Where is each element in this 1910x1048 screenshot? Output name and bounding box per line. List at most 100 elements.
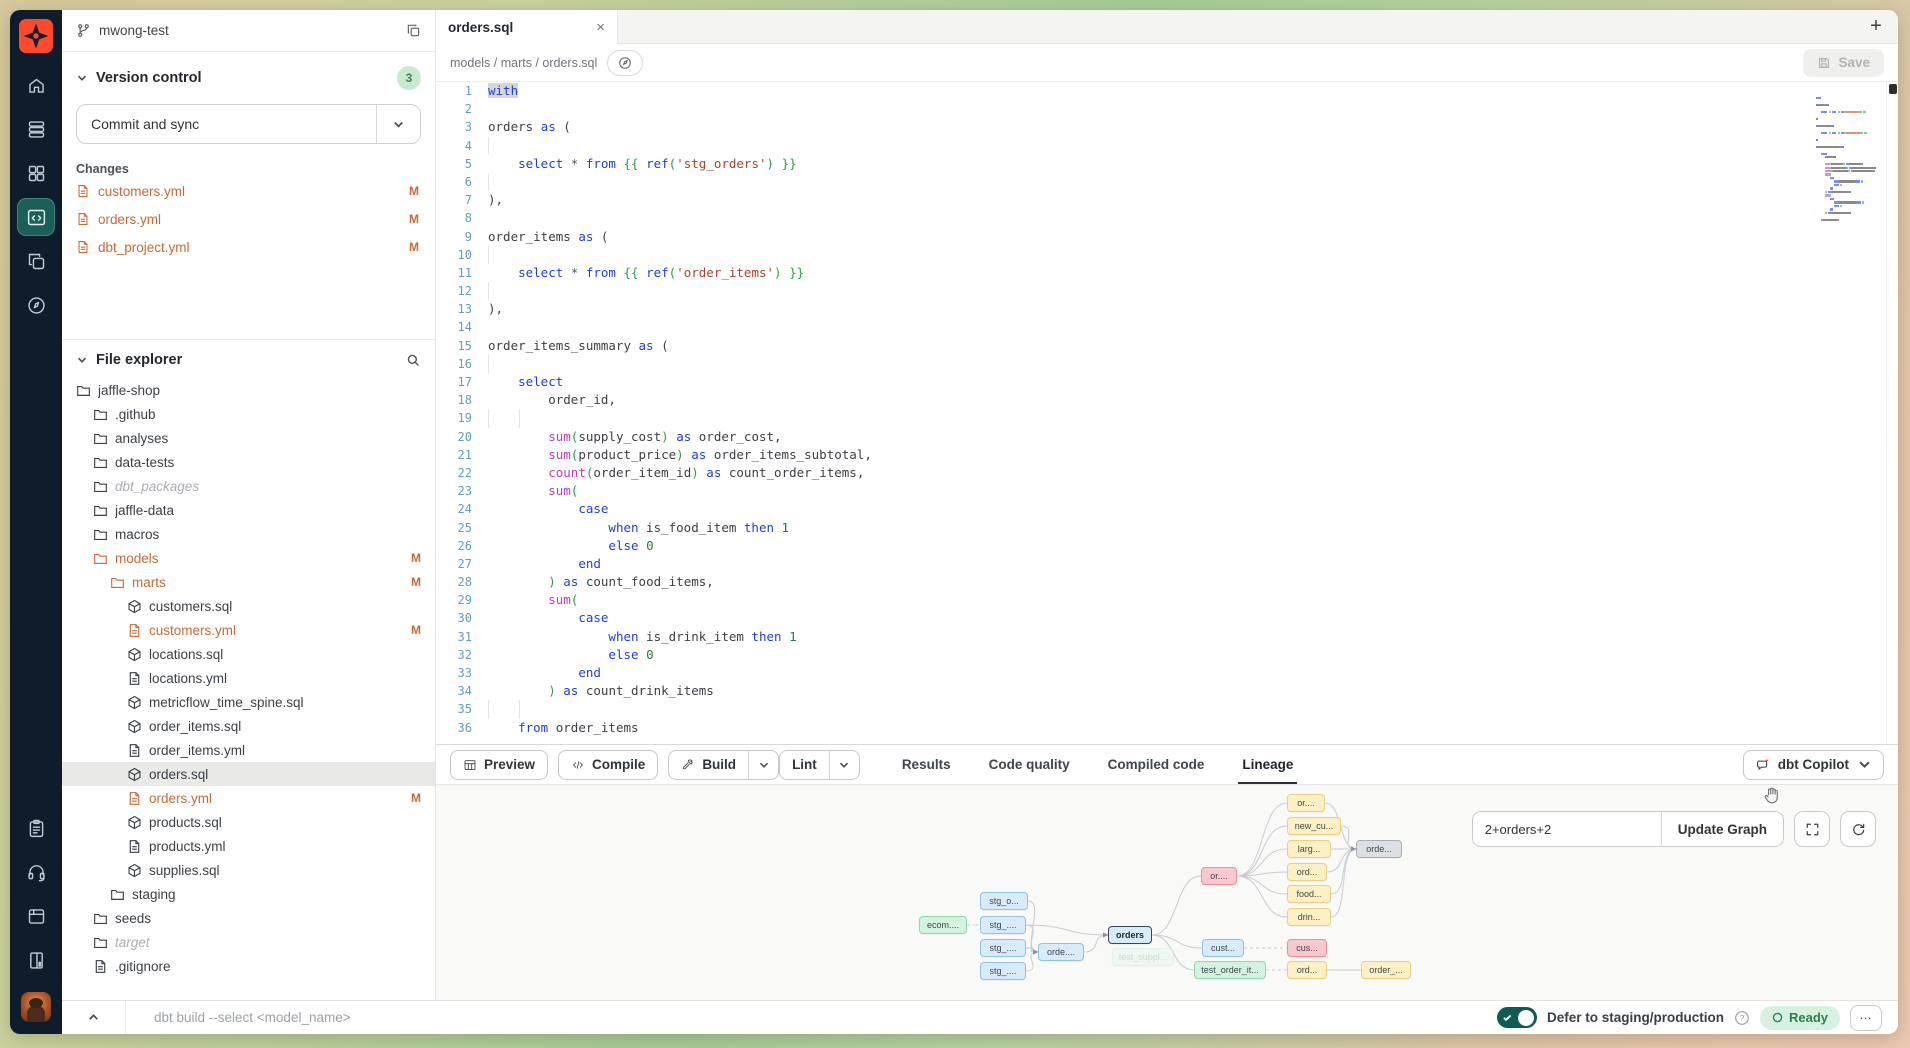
code-line[interactable]: 23 sum( — [436, 482, 1814, 500]
commit-options-chevron[interactable] — [376, 105, 420, 143]
lineage-node-tsup[interactable]: test_suppl... — [1112, 948, 1174, 966]
more-options-button[interactable]: … — [1850, 1005, 1882, 1031]
support-headset-icon[interactable] — [14, 850, 58, 894]
file-lineage-compass-icon[interactable] — [607, 50, 643, 76]
tab-lineage[interactable]: Lineage — [1242, 745, 1293, 785]
code-line[interactable]: 26 else 0 — [436, 537, 1814, 555]
code-line[interactable]: 20 sum(supply_cost) as order_cost, — [436, 428, 1814, 446]
lineage-selector-input[interactable] — [1473, 812, 1661, 846]
code-line[interactable]: 34 ) as count_drink_items — [436, 682, 1814, 700]
file-tree-item[interactable]: products.sql — [62, 810, 435, 834]
file-tree-item[interactable]: customers.ymlM — [62, 618, 435, 642]
file-tree-item[interactable]: dbt_packages — [62, 474, 435, 498]
build-button[interactable]: Build — [669, 751, 748, 779]
file-tree-item[interactable]: order_items.yml — [62, 738, 435, 762]
code-line[interactable]: 27 end — [436, 555, 1814, 573]
code-line[interactable]: 36 from order_items — [436, 719, 1814, 737]
lineage-node-yfood[interactable]: food... — [1287, 885, 1331, 903]
lineage-node-gorde[interactable]: orde... — [1356, 840, 1402, 858]
build-options-chevron[interactable] — [748, 751, 778, 779]
code-line[interactable]: 16 — [436, 355, 1814, 373]
branch-name[interactable]: mwong-test — [99, 23, 406, 38]
file-tree-item[interactable]: orders.sql — [62, 762, 435, 786]
file-tree-item[interactable]: metricflow_time_spine.sql — [62, 690, 435, 714]
lineage-node-ynew[interactable]: new_cu... — [1287, 817, 1341, 835]
lineage-node-orders[interactable]: orders — [1108, 926, 1152, 944]
editor-scrollbar[interactable] — [1886, 82, 1898, 744]
file-tree-item[interactable]: locations.sql — [62, 642, 435, 666]
code-line[interactable]: 28 ) as count_food_items, — [436, 573, 1814, 591]
lineage-node-yord[interactable]: ord... — [1287, 863, 1327, 881]
develop-code-icon[interactable] — [17, 198, 55, 236]
code-line[interactable]: 15order_items_summary as ( — [436, 337, 1814, 355]
orchestrate-copy-icon[interactable] — [14, 239, 58, 283]
file-tree-item[interactable]: macros — [62, 522, 435, 546]
collapse-panel-button[interactable] — [62, 1001, 126, 1034]
code-line[interactable]: 2 — [436, 100, 1814, 118]
tab-compiled-code[interactable]: Compiled code — [1108, 745, 1205, 785]
lineage-node-stg2[interactable]: stg_.... — [980, 916, 1026, 934]
lint-options-chevron[interactable] — [829, 751, 859, 779]
apps-grid-icon[interactable] — [14, 151, 58, 195]
code-line[interactable]: 29 sum( — [436, 591, 1814, 609]
fullscreen-button[interactable] — [1794, 811, 1830, 847]
file-tree-item[interactable]: jaffle-shop — [62, 378, 435, 402]
file-tree-item[interactable]: jaffle-data — [62, 498, 435, 522]
code-line[interactable]: 35 — [436, 700, 1814, 718]
environments-stack-icon[interactable] — [14, 107, 58, 151]
file-tree-item[interactable]: supplies.sql — [62, 858, 435, 882]
code-line[interactable]: 7), — [436, 191, 1814, 209]
preview-button[interactable]: Preview — [450, 750, 548, 780]
lineage-node-yor[interactable]: or.... — [1287, 794, 1325, 812]
file-tree-item[interactable]: analyses — [62, 426, 435, 450]
code-line[interactable]: 5 select * from {{ ref('stg_orders') }} — [436, 155, 1814, 173]
file-tree-item[interactable]: customers.sql — [62, 594, 435, 618]
update-graph-button[interactable]: Update Graph — [1661, 812, 1783, 846]
command-input[interactable]: dbt build --select <model_name> — [126, 1010, 1497, 1025]
tab-code-quality[interactable]: Code quality — [989, 745, 1070, 785]
scrollbar-thumb[interactable] — [1889, 84, 1897, 94]
lineage-node-ylarg[interactable]: larg... — [1287, 840, 1331, 858]
file-tree-item[interactable]: orders.ymlM — [62, 786, 435, 810]
defer-toggle[interactable] — [1497, 1007, 1537, 1028]
lineage-node-stg3[interactable]: stg_.... — [980, 939, 1026, 957]
lineage-node-yord2[interactable]: ord... — [1287, 961, 1327, 979]
lineage-node-toi[interactable]: test_order_it... — [1194, 961, 1266, 979]
code-line[interactable]: 6 — [436, 173, 1814, 191]
panel-icon[interactable] — [14, 938, 58, 982]
code-line[interactable]: 32 else 0 — [436, 646, 1814, 664]
refresh-button[interactable] — [1840, 811, 1876, 847]
file-tree-item[interactable]: order_items.sql — [62, 714, 435, 738]
changed-file-row[interactable]: orders.ymlM — [76, 206, 421, 232]
minimap[interactable] — [1814, 82, 1886, 744]
tab-orders-sql[interactable]: orders.sql × — [436, 10, 618, 44]
lineage-node-cust[interactable]: cust... — [1202, 939, 1244, 957]
code-line[interactable]: 33 end — [436, 664, 1814, 682]
tab-results[interactable]: Results — [902, 745, 951, 785]
code-editor[interactable]: 1with23orders as (45 select * from {{ re… — [436, 82, 1898, 744]
file-tree-item[interactable]: products.yml — [62, 834, 435, 858]
lineage-node-yordr[interactable]: order_... — [1361, 961, 1411, 979]
dbt-copilot-button[interactable]: dbt Copilot — [1743, 750, 1884, 780]
tab-close-icon[interactable]: × — [596, 19, 605, 36]
save-button[interactable]: Save — [1803, 49, 1884, 77]
code-line[interactable]: 22 count(order_item_id) as count_order_i… — [436, 464, 1814, 482]
lineage-node-orp[interactable]: or.... — [1201, 867, 1237, 885]
file-tree-item[interactable]: seeds — [62, 906, 435, 930]
code-line[interactable]: 1with — [436, 82, 1814, 100]
user-avatar[interactable] — [21, 992, 51, 1022]
code-line[interactable]: 10 — [436, 246, 1814, 264]
code-line[interactable]: 3orders as ( — [436, 118, 1814, 136]
file-tree-item[interactable]: martsM — [62, 570, 435, 594]
file-tree-item[interactable]: modelsM — [62, 546, 435, 570]
lineage-node-ydrin[interactable]: drin... — [1287, 908, 1331, 926]
catalog-compass-icon[interactable] — [14, 283, 58, 327]
lineage-panel[interactable]: ecom....stg_o...stg_....stg_....stg_....… — [436, 784, 1898, 1000]
home-icon[interactable] — [14, 63, 58, 107]
lineage-node-stg4[interactable]: stg_.... — [980, 962, 1026, 980]
code-line[interactable]: 17 select — [436, 373, 1814, 391]
code-line[interactable]: 8 — [436, 209, 1814, 227]
compile-button[interactable]: Compile — [558, 750, 658, 780]
code-line[interactable]: 11 select * from {{ ref('order_items') }… — [436, 264, 1814, 282]
file-tree-item[interactable]: target — [62, 930, 435, 954]
